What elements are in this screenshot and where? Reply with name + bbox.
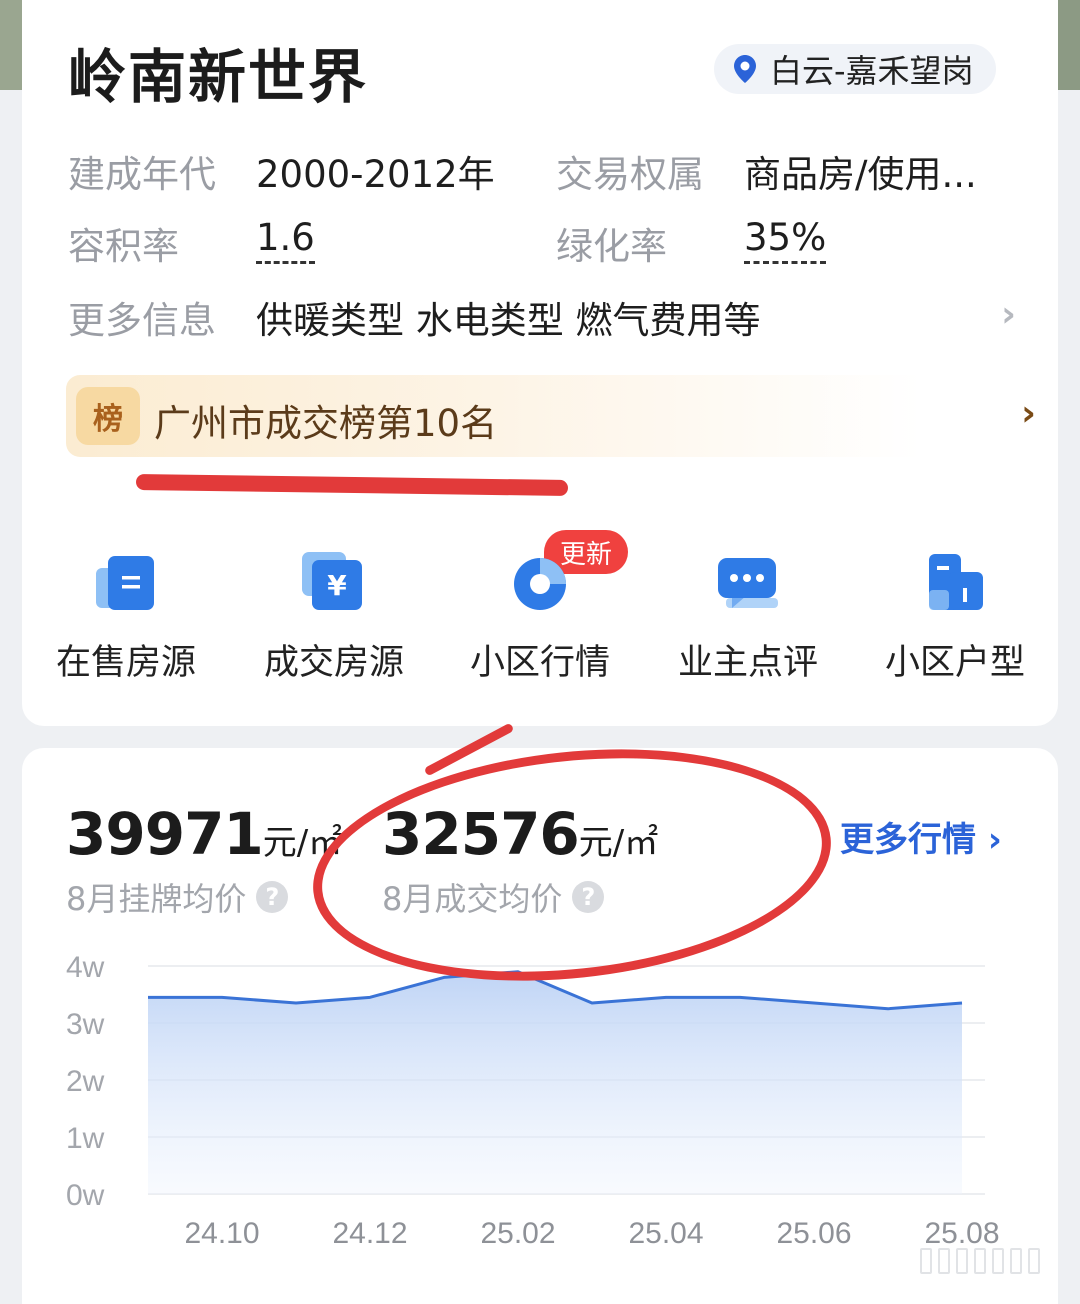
ownership-label: 交易权属 (556, 153, 704, 196)
rank-banner[interactable]: 榜 广州市成交榜第10名 › (66, 375, 1036, 457)
green-label: 绿化率 (556, 225, 667, 268)
more-info-value: 供暖类型 水电类型 燃气费用等 (256, 299, 761, 342)
nav-item-listing[interactable]: 在售房源 (36, 552, 216, 685)
rank-badge-icon: 榜 (76, 387, 140, 445)
svg-text:¥: ¥ (327, 569, 347, 602)
listing-price-label: 8月挂牌均价 (66, 880, 247, 918)
far-label: 容积率 (68, 225, 179, 268)
more-info-label: 更多信息 (68, 299, 216, 342)
comment-icon (716, 552, 780, 612)
nav-label-market: 小区行情 (469, 643, 610, 683)
far-value[interactable]: 1.6 (256, 216, 315, 264)
nav-label-listing: 在售房源 (55, 643, 196, 683)
nav-item-deal[interactable]: ¥ 成交房源 (244, 552, 424, 685)
info-row-built: 建成年代 2000-2012年 交易权属 商品房/使用... (68, 144, 1028, 204)
floorplan-icon (923, 552, 987, 612)
green-value[interactable]: 35% (744, 216, 827, 264)
help-icon[interactable]: ? (256, 881, 289, 913)
watermark (920, 1248, 1060, 1274)
info-row-ratio: 容积率 1.6 绿化率 35% (68, 216, 1028, 276)
nav-item-market[interactable]: 小区行情 (450, 552, 630, 685)
nav-label-floorplan: 小区户型 (884, 643, 1025, 683)
background-left (0, 0, 22, 90)
community-info-card: 岭南新世界 白云-嘉禾望岗 建成年代 2000-2012年 交易权属 商品房/使… (22, 0, 1058, 726)
location-text: 白云-嘉禾望岗 (770, 52, 974, 90)
community-title: 岭南新世界 (68, 43, 369, 111)
listing-icon (94, 552, 158, 612)
location-pin-icon (734, 55, 756, 83)
built-label: 建成年代 (68, 153, 216, 196)
nav-item-floorplan[interactable]: 小区户型 (865, 552, 1045, 685)
rank-text: 广州市成交榜第10名 (154, 402, 498, 445)
more-market-label: 更多行情 (840, 820, 976, 860)
nav-item-comment[interactable]: 业主点评 (658, 552, 838, 685)
more-market-link[interactable]: 更多行情 › (840, 812, 1002, 861)
chevron-right-icon: › (1001, 294, 1016, 335)
nav-label-comment: 业主点评 (677, 643, 818, 683)
built-value: 2000-2012年 (256, 153, 495, 196)
nav-label-deal: 成交房源 (263, 643, 404, 683)
ownership-value: 商品房/使用... (744, 153, 977, 196)
background-right (1058, 0, 1080, 90)
chevron-right-icon: › (1021, 393, 1036, 434)
info-row-more[interactable]: 更多信息 供暖类型 水电类型 燃气费用等 › (68, 290, 1028, 350)
deal-icon: ¥ (302, 552, 366, 612)
chevron-right-icon: › (976, 820, 1002, 860)
red-underline-annotation (135, 473, 569, 497)
listing-price-value: 39971 (66, 800, 264, 868)
location-pill[interactable]: 白云-嘉禾望岗 (714, 44, 996, 94)
listing-price-block: 39971元/㎡ 8月挂牌均价? (66, 800, 342, 920)
market-icon (508, 552, 572, 612)
